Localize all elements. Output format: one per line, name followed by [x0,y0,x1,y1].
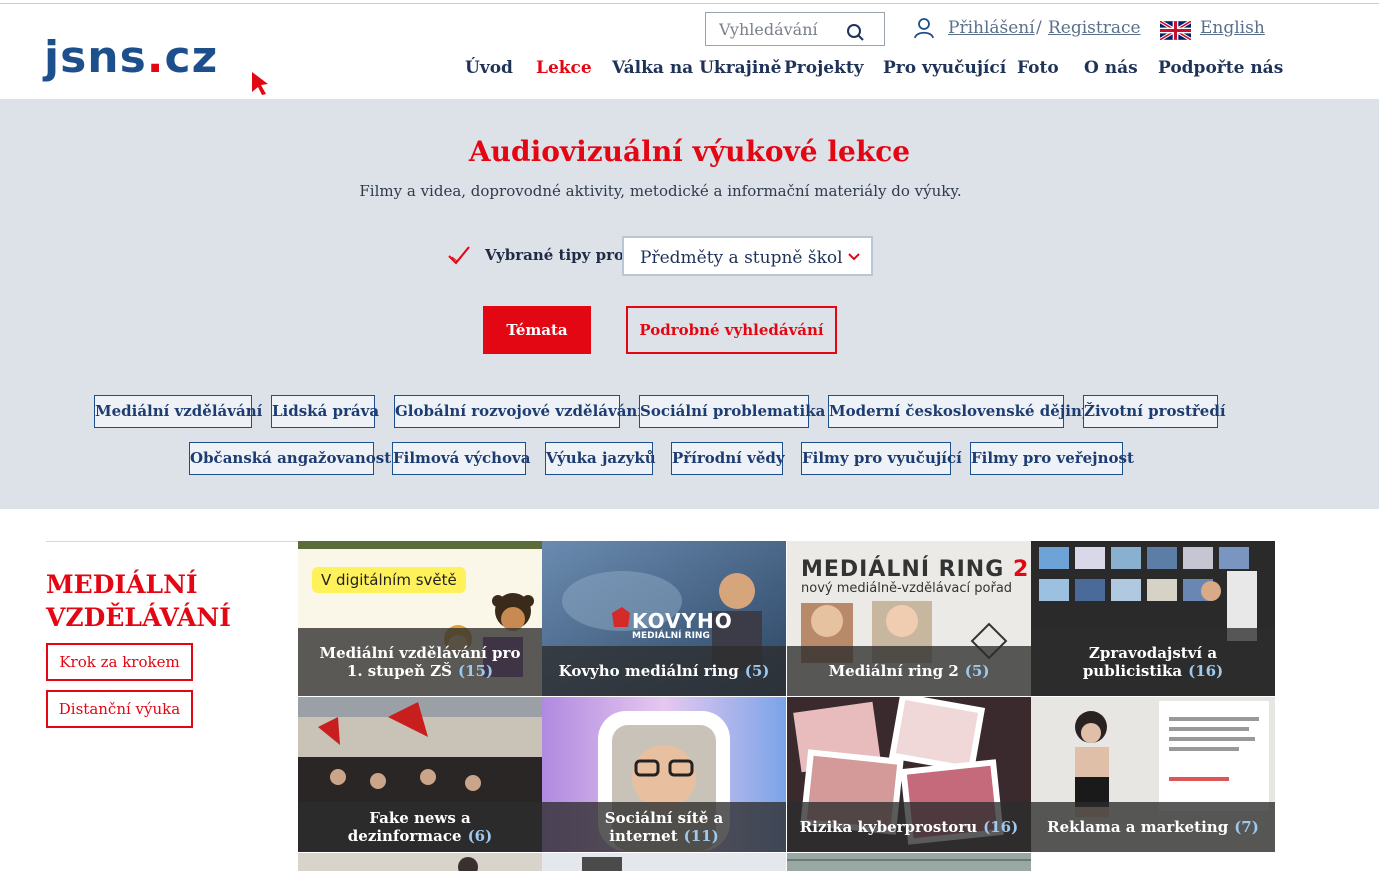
tile-medialni-1-stupen[interactable]: V digitálním světě Mediální vzdělávání p… [298,541,542,696]
nav-projekty[interactable]: Projekty [784,58,864,82]
tile-zpravodajstvi[interactable]: Zpravodajství a publicistika (16) [1031,541,1275,696]
tile-title: Zpravodajství a publicistika (16) [1082,644,1224,680]
logo-dot: . [146,32,165,83]
step-by-step-button[interactable]: Krok za krokem [46,643,193,681]
tag-globalni-rozvojove[interactable]: Globální rozvojové vzdělávání [394,395,643,428]
tile-reklama-marketing[interactable]: Reklama a marketing (7) [1031,697,1275,852]
chevron-down-icon [848,253,860,261]
section-divider [46,541,298,542]
tile-socialni-site[interactable]: Sociální sítě a internet (11) [542,697,786,852]
tile-brand: KOVYHO MEDIÁLNÍ RING [632,609,733,641]
tile-fake-news[interactable]: Fake news a dezinformace (6) [298,697,542,852]
tile-caption: Mediální ring 2 (5) [787,646,1031,696]
nav-uvod[interactable]: Úvod [465,58,513,82]
tile-caption: Kovyho mediální ring (5) [542,646,786,696]
tile-heading: MEDIÁLNÍ RING 2 [801,557,1030,582]
tag-vyuka-jazyku[interactable]: Výuka jazyků [545,442,656,475]
uk-flag-icon[interactable] [1160,21,1191,40]
tile-count: (5) [744,662,770,680]
site-logo[interactable]: jsns.cz [44,34,218,82]
nav-valka-na-ukrajine[interactable]: Válka na Ukrajině [612,58,781,82]
tile-title: Mediální ring 2 (5) [828,662,990,680]
tile-count: (16) [983,818,1019,836]
nav-podporte-nas[interactable]: Podpořte nás [1158,58,1283,82]
tile-count: (15) [458,662,494,680]
nav-foto[interactable]: Foto [1017,58,1059,82]
tile-caption: Mediální vzdělávání pro 1. stupeň ZŠ (15) [298,628,542,696]
nav-lekce[interactable]: Lekce [536,58,592,82]
checkmark-icon [448,246,470,265]
search-box [705,12,885,46]
tag-obcanska-angazovanost[interactable]: Občanská angažovanost [189,442,391,475]
tile-count: (11) [683,827,719,845]
tag-socialni-problematika[interactable]: Sociální problematika [639,395,825,428]
tile-title: Reklama a marketing (7) [1047,818,1259,836]
topics-button[interactable]: Témata [483,306,591,354]
tile-title: Sociální sítě a internet (11) [604,809,724,845]
subject-select[interactable]: Předměty a stupně škol [622,236,873,276]
tile-title: Mediální vzdělávání pro 1. stupeň ZŠ (15) [319,644,521,680]
section-title: MEDIÁLNÍ VZDĚLÁVÁNÍ [46,570,231,632]
user-icon [914,18,934,39]
nav-o-nas[interactable]: O nás [1084,58,1138,82]
tile-title: Kovyho mediální ring (5) [558,662,770,680]
advanced-search-button[interactable]: Podrobné vyhledávání [626,306,837,354]
cursor-arrow-icon [252,72,268,95]
tile-caption: Fake news a dezinformace (6) [298,802,542,852]
tile-count: (5) [964,662,990,680]
tag-filmova-vychova[interactable]: Filmová výchova [392,442,531,475]
login-link[interactable]: Přihlášení [948,18,1035,38]
tile-medialni-ring-2[interactable]: MEDIÁLNÍ RING 2 nový mediálně-vzdělávací… [787,541,1031,696]
hero-section: Audiovizuální výukové lekce Filmy a vide… [0,99,1379,509]
tag-prirodni-vedy[interactable]: Přírodní vědy [671,442,785,475]
tag-moderni-dejiny[interactable]: Moderní československé dějiny [828,395,1091,428]
tile-count: (16) [1188,662,1224,680]
tile-partial-3 [787,853,1031,871]
tile-caption: Reklama a marketing (7) [1031,802,1275,852]
tile-kovyho-ring[interactable]: KOVYHO MEDIÁLNÍ RING Kovyho mediální ring… [542,541,786,696]
logo-tld: cz [164,32,219,83]
tile-count: (7) [1234,818,1259,836]
tile-caption: Zpravodajství a publicistika (16) [1031,628,1275,696]
tile-partial-2 [542,853,786,871]
tile-title: Rizika kyberprostoru (16) [799,818,1019,836]
tag-filmy-pro-vyucujici[interactable]: Filmy pro vyučující [801,442,962,475]
tile-title: Fake news a dezinformace (6) [347,809,493,845]
subject-select-value: Předměty a stupně škol [640,248,843,268]
tile-caption: Sociální sítě a internet (11) [542,802,786,852]
tile-badge: V digitálním světě [312,567,466,593]
tag-filmy-pro-verejnost[interactable]: Filmy pro veřejnost [970,442,1134,475]
logo-text: jsns [44,32,147,83]
page-subtitle: Filmy a videa, doprovodné aktivity, meto… [359,182,962,200]
tag-zivotni-prostredi[interactable]: Životní prostředí [1083,395,1226,428]
tile-count: (6) [467,827,493,845]
tag-lidska-prava[interactable]: Lidská práva [271,395,379,428]
search-input[interactable] [706,13,836,45]
tips-label: Vybrané tipy pro: [485,246,630,264]
tile-subheading: nový mediálně-vzdělávací pořad [801,581,1013,596]
nav-pro-vyucujici[interactable]: Pro vyučující [883,58,1006,82]
search-icon[interactable] [846,22,866,42]
tag-medialni-vzdelavani[interactable]: Mediální vzdělávání [94,395,262,428]
login-separator: / [1036,18,1042,38]
page-title: Audiovizuální výukové lekce [468,135,911,168]
language-link[interactable]: English [1200,18,1265,38]
site-header: jsns.cz Přihlášení / Registrace English … [0,4,1379,99]
remote-learning-button[interactable]: Distanční výuka [46,690,193,728]
register-link[interactable]: Registrace [1048,18,1141,38]
tile-rizika-kyberprostoru[interactable]: Rizika kyberprostoru (16) [787,697,1031,852]
tile-partial-1 [298,853,542,871]
tile-caption: Rizika kyberprostoru (16) [787,802,1031,852]
